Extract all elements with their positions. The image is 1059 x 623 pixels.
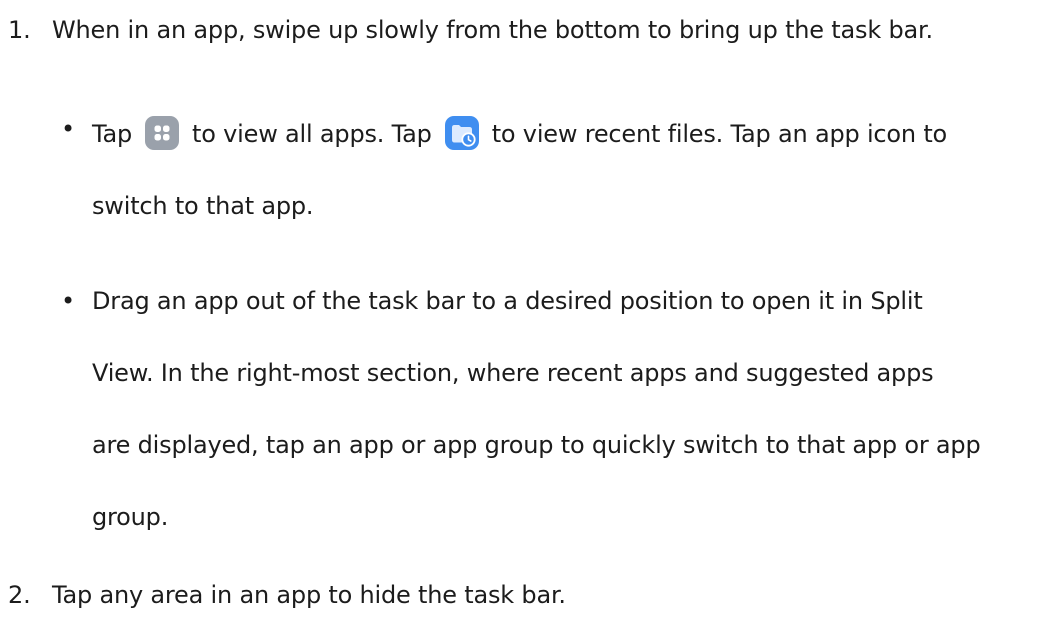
- bullet-dot: •: [61, 287, 75, 315]
- bullet-text: to view all apps. Tap: [192, 120, 432, 148]
- bullet-text: to view recent files. Tap an app icon to: [491, 120, 948, 148]
- step-text: When in an app, swipe up slowly from the…: [52, 16, 933, 44]
- step-number: 2.: [8, 581, 31, 609]
- step-2: 2. Tap any area in an app to hide the tas…: [8, 581, 566, 609]
- recent-files-icon: [444, 115, 480, 151]
- all-apps-icon: [144, 115, 180, 151]
- bullet-line: Drag an app out of the task bar to a des…: [92, 287, 923, 315]
- bullet-text: Tap: [92, 120, 133, 148]
- bullet-line: group.: [92, 503, 169, 531]
- bullet-line: switch to that app.: [92, 192, 314, 220]
- bullet-line: are displayed, tap an app or app group t…: [92, 431, 981, 459]
- step-number: 1.: [8, 16, 31, 44]
- bullet-line: View. In the right-most section, where r…: [92, 359, 934, 387]
- bullet-line: Tap to view all apps. Tap to view recent…: [92, 115, 947, 151]
- step-text: Tap any area in an app to hide the task …: [52, 581, 566, 609]
- bullet-dot: •: [61, 115, 75, 143]
- step-1: 1. When in an app, swipe up slowly from t…: [8, 16, 933, 44]
